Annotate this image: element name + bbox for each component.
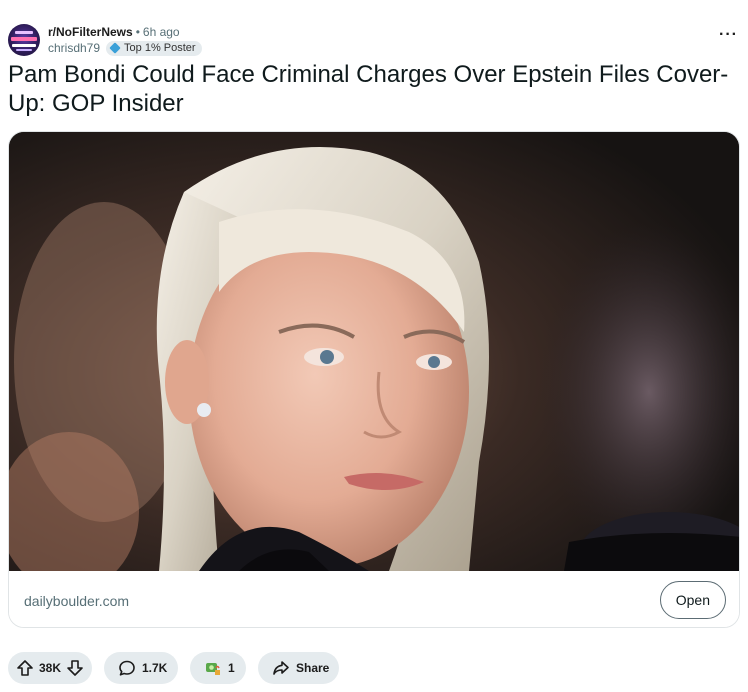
post-actions-bar: 38K 1.7K 1 Share — [8, 652, 748, 684]
subreddit-avatar[interactable] — [8, 24, 40, 56]
flair-label: Top 1% Poster — [124, 41, 196, 54]
more-options-button[interactable]: ··· — [719, 27, 738, 43]
link-footer: dailyboulder.com Open — [9, 571, 739, 627]
vote-control: 38K — [8, 652, 92, 684]
meta-separator: • — [135, 25, 140, 39]
subreddit-link[interactable]: r/NoFilterNews — [48, 25, 133, 39]
diamond-icon — [110, 43, 120, 53]
post-meta: r/NoFilterNews • 6h ago — [48, 24, 180, 40]
author-line: chrisdh79 Top 1% Poster — [48, 40, 202, 56]
post-title[interactable]: Pam Bondi Could Face Criminal Charges Ov… — [8, 60, 738, 118]
share-label: Share — [296, 661, 330, 675]
share-button[interactable]: Share — [258, 652, 339, 684]
speech-bubble-icon — [118, 659, 136, 677]
vote-count: 38K — [38, 661, 61, 675]
author-username[interactable]: chrisdh79 — [48, 40, 100, 56]
comment-count: 1.7K — [142, 661, 168, 675]
arrow-up-icon[interactable] — [16, 659, 34, 677]
post-time: 6h ago — [142, 25, 180, 39]
link-preview-card[interactable]: dailyboulder.com Open — [8, 131, 740, 628]
open-link-button[interactable]: Open — [659, 581, 726, 619]
link-domain[interactable]: dailyboulder.com — [24, 593, 129, 609]
award-button[interactable]: 1 — [190, 652, 246, 684]
user-flair: Top 1% Poster — [106, 40, 202, 56]
post-thumbnail-image[interactable] — [9, 132, 739, 571]
post-header: r/NoFilterNews • 6h ago chrisdh79 Top 1% P… — [8, 22, 740, 58]
award-icon — [204, 659, 222, 677]
arrow-down-icon[interactable] — [66, 659, 84, 677]
award-count: 1 — [228, 661, 235, 675]
comments-button[interactable]: 1.7K — [104, 652, 178, 684]
share-arrow-icon — [272, 659, 290, 677]
